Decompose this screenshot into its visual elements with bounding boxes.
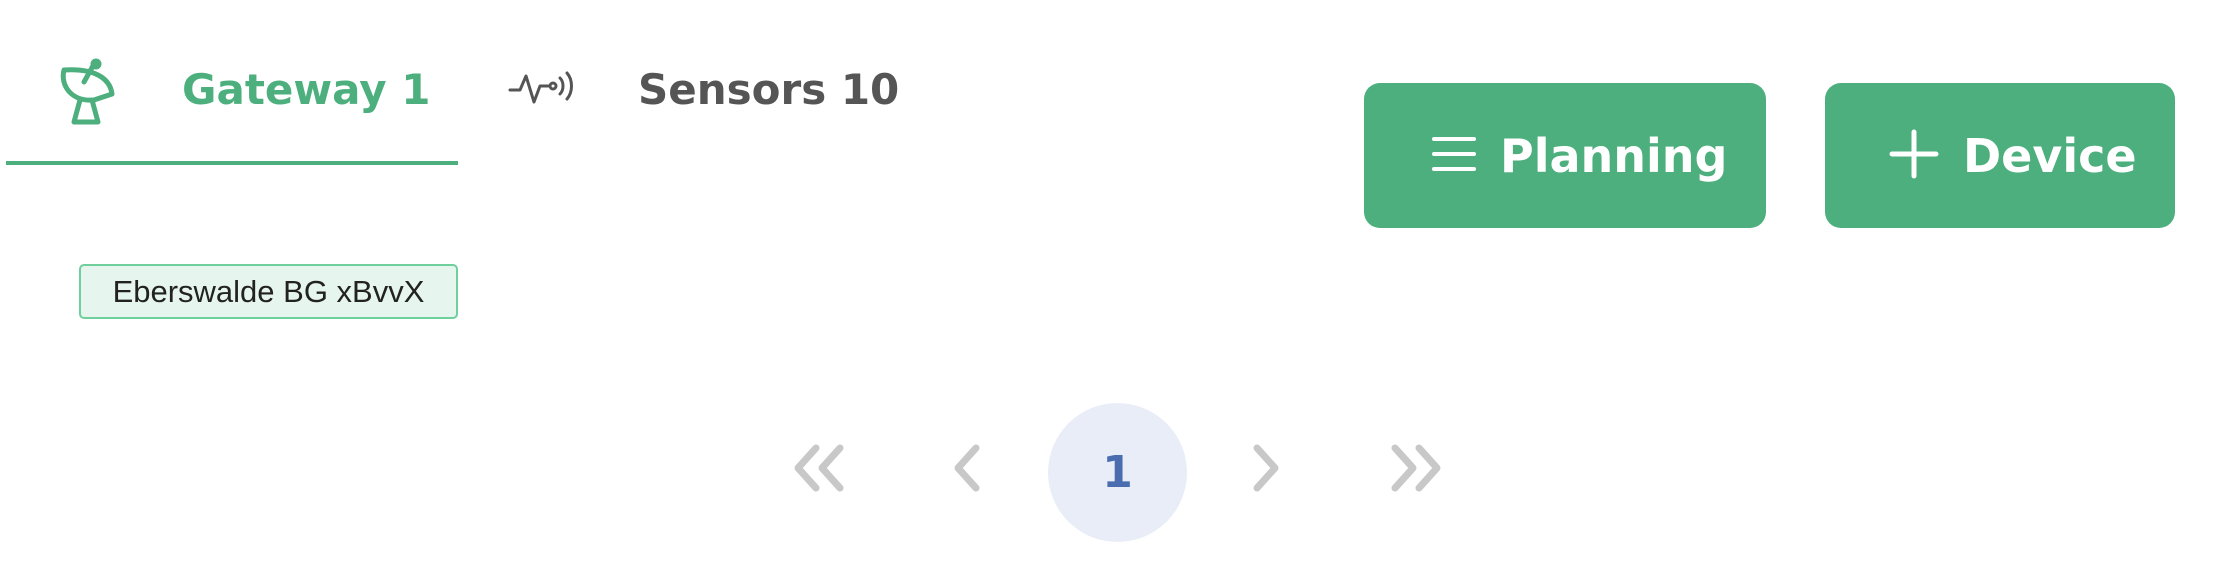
tab-gateways[interactable]: Gateway 1 (6, 40, 458, 165)
pagination-first-button[interactable] (785, 415, 855, 525)
location-tag[interactable]: Eberswalde BG xBvvX (79, 264, 458, 319)
planning-button-label: Planning (1500, 128, 1728, 183)
tab-gateways-label: Gateway 1 (182, 65, 431, 114)
satellite-dish-icon (54, 58, 126, 134)
pagination-prev-button[interactable] (933, 415, 1003, 525)
sensor-signal-icon (508, 68, 578, 112)
add-device-button[interactable]: Device (1825, 83, 2175, 228)
plus-icon (1889, 129, 1939, 183)
chevron-left-icon (948, 443, 988, 497)
pagination-current-page[interactable]: 1 (1048, 403, 1187, 542)
tab-sensors-label: Sensors 10 (638, 65, 900, 114)
menu-icon (1430, 134, 1478, 178)
pagination-next-button[interactable] (1230, 415, 1300, 525)
double-chevron-right-icon (1385, 443, 1445, 497)
pagination-last-button[interactable] (1380, 415, 1450, 525)
active-tab-indicator (6, 161, 458, 165)
chevron-right-icon (1245, 443, 1285, 497)
tab-sensors[interactable]: Sensors 10 (500, 40, 900, 165)
planning-button[interactable]: Planning (1364, 83, 1766, 228)
add-device-button-label: Device (1963, 128, 2137, 183)
double-chevron-left-icon (790, 443, 850, 497)
